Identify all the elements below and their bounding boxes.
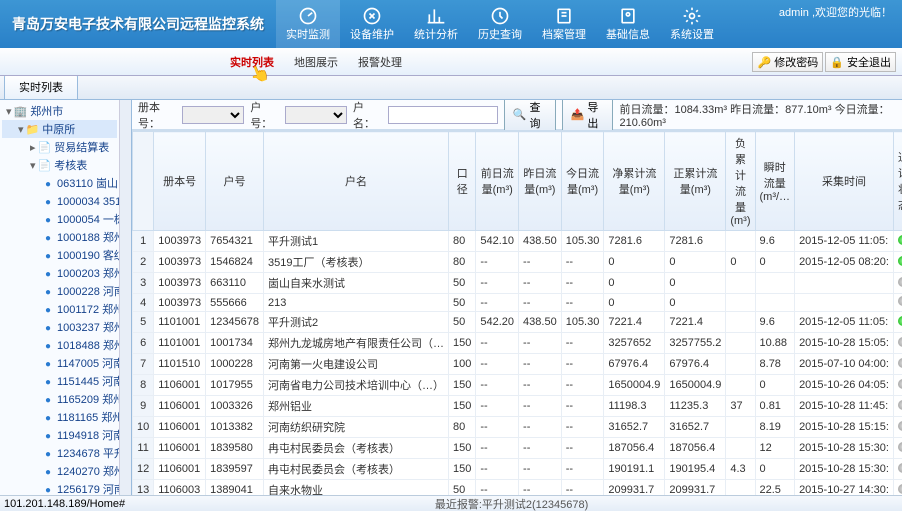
- nav-4[interactable]: 档案管理: [532, 0, 596, 48]
- status-led: [898, 463, 902, 473]
- tree-node[interactable]: 063110 崮山自来水: [2, 174, 117, 192]
- flow-summary: 前日流量：1084.33m³ 昨日流量：877.10m³ 今日流量：210.60…: [619, 101, 896, 129]
- col-6[interactable]: 昨日流量(m³): [519, 132, 562, 231]
- table-row[interactable]: 1111060011839580冉屯村民委员会（考核表）150------187…: [133, 438, 902, 459]
- name-input[interactable]: [388, 106, 498, 124]
- tree-node[interactable]: 1000190 客纺机…: [2, 246, 117, 264]
- subnav-1[interactable]: 地图展示: [284, 50, 348, 74]
- table-row[interactable]: 5110100112345678平升测试250542.20438.50105.3…: [133, 312, 902, 333]
- nav-0[interactable]: 实时监测: [276, 0, 340, 48]
- tree-node[interactable]: 1151445 河南思达: [2, 372, 117, 390]
- tree-node[interactable]: 1240270 郑州铁路…: [2, 462, 117, 480]
- tree-scrollbar[interactable]: [119, 100, 131, 495]
- tab-realtime-list[interactable]: 实时列表: [4, 74, 78, 99]
- tree-node[interactable]: 1000034 3519工厂: [2, 192, 117, 210]
- status-led: [898, 484, 902, 494]
- table-row[interactable]: 1011060011013382河南纺织研究院80------31652.731…: [133, 417, 902, 438]
- col-0[interactable]: [133, 132, 154, 231]
- tree-node[interactable]: 1018488 郑州梦圆…: [2, 336, 117, 354]
- col-1[interactable]: 册本号: [154, 132, 206, 231]
- status-led: [898, 337, 902, 347]
- status-led: [898, 296, 902, 306]
- account-select[interactable]: [285, 106, 347, 124]
- tree-node[interactable]: 1234678 平升测试: [2, 444, 117, 462]
- status-led: [898, 421, 902, 431]
- table-row[interactable]: 1311060031389041自来水物业50------209931.7209…: [133, 480, 902, 496]
- status-led: [898, 277, 902, 287]
- label-account: 户号：: [250, 100, 279, 131]
- col-9[interactable]: 正累计流量(m³): [665, 132, 726, 231]
- user-greeting: admin ,欢迎您的光临！: [769, 4, 902, 20]
- export-button[interactable]: 📤 导出: [562, 100, 614, 134]
- table-row[interactable]: 31003973663110崮山自来水测试50------00▮▮▮: [133, 273, 902, 294]
- col-4[interactable]: 口径: [449, 132, 476, 231]
- table-row[interactable]: 711015101000228河南第一火电建设公司100------67976.…: [133, 354, 902, 375]
- status-led: [898, 400, 902, 410]
- table-row[interactable]: 1211060011839597冉屯村民委员会（考核表）150------190…: [133, 459, 902, 480]
- col-2[interactable]: 户号: [206, 132, 264, 231]
- col-5[interactable]: 前日流量(m³): [476, 132, 519, 231]
- book-select[interactable]: [182, 106, 244, 124]
- label-book: 册本号：: [138, 100, 176, 131]
- nav-2[interactable]: 统计分析: [404, 0, 468, 48]
- subnav-2[interactable]: 报警处理: [348, 50, 412, 74]
- tree-node[interactable]: 1147005 河南思达…: [2, 354, 117, 372]
- col-3[interactable]: 户名: [264, 132, 449, 231]
- nav-1[interactable]: 设备维护: [340, 0, 404, 48]
- col-8[interactable]: 净累计流量(m³): [604, 132, 665, 231]
- exit-icon[interactable]: 🔒 安全退出: [825, 52, 896, 72]
- tree-node[interactable]: 📄 贸易结算表: [2, 138, 117, 156]
- search-button[interactable]: 🔍 查询: [504, 100, 556, 134]
- status-led: [898, 256, 902, 266]
- status-alert: 最近报警:平升测试2(12345678): [125, 496, 898, 512]
- nav-6[interactable]: 系统设置: [660, 0, 724, 48]
- col-7[interactable]: 今日流量(m³): [561, 132, 604, 231]
- table-row[interactable]: 611010011001734郑州九龙城房地产有限责任公司（…150------…: [133, 333, 902, 354]
- tree-node[interactable]: 1256179 河南宏发…: [2, 480, 117, 495]
- data-grid: 册本号户号户名口径前日流量(m³)昨日流量(m³)今日流量(m³)净累计流量(m…: [132, 131, 902, 495]
- tree-node[interactable]: 📄 考核表: [2, 156, 117, 174]
- nav-3[interactable]: 历史查询: [468, 0, 532, 48]
- label-name: 户名：: [353, 100, 382, 131]
- key-icon[interactable]: 🔑 修改密码: [752, 52, 823, 72]
- tree-node[interactable]: 1181165 郑州毅成: [2, 408, 117, 426]
- tree-node[interactable]: 1001172 郑州神马…: [2, 300, 117, 318]
- table-row[interactable]: 811060011017955河南省电力公司技术培训中心（…）150------…: [133, 375, 902, 396]
- status-led: [898, 235, 902, 245]
- col-11[interactable]: 瞬时流量(m³/…: [755, 132, 795, 231]
- tree-node[interactable]: 1003237 郑州毛纺…: [2, 318, 117, 336]
- tree-node[interactable]: 1194918 河南省五…: [2, 426, 117, 444]
- tree-node[interactable]: 📁 中原所: [2, 120, 117, 138]
- status-led: [898, 379, 902, 389]
- tree-node[interactable]: 1165209 郑州中坛: [2, 390, 117, 408]
- tree-node[interactable]: 1000188 郑州监狱: [2, 228, 117, 246]
- col-12[interactable]: 采集时间: [795, 132, 894, 231]
- status-led: [898, 316, 902, 326]
- tree-node[interactable]: 🏢 郑州市: [2, 102, 117, 120]
- table-row[interactable]: 2100397315468243519工厂（考核表）80------000020…: [133, 252, 902, 273]
- col-13[interactable]: 通讯状态: [893, 132, 902, 231]
- col-10[interactable]: 负累计流量(m³): [726, 132, 755, 231]
- tree-node[interactable]: 1000203 郑州中原…: [2, 264, 117, 282]
- table-row[interactable]: 4100397355566621350------00▮▮▮: [133, 294, 902, 312]
- status-led: [898, 442, 902, 452]
- tree-node[interactable]: 1000054 一栋（李…: [2, 210, 117, 228]
- app-title: 青岛万安电子技术有限公司远程监控系统: [0, 14, 276, 34]
- status-url: 101.201.148.189/Home#: [4, 498, 125, 510]
- table-row[interactable]: 911060011003326郑州铝业150------11198.311235…: [133, 396, 902, 417]
- status-led: [898, 358, 902, 368]
- nav-5[interactable]: 基础信息: [596, 0, 660, 48]
- table-row[interactable]: 110039737654321平升测试180542.10438.50105.30…: [133, 231, 902, 252]
- tree-node[interactable]: 1000228 河南第二…: [2, 282, 117, 300]
